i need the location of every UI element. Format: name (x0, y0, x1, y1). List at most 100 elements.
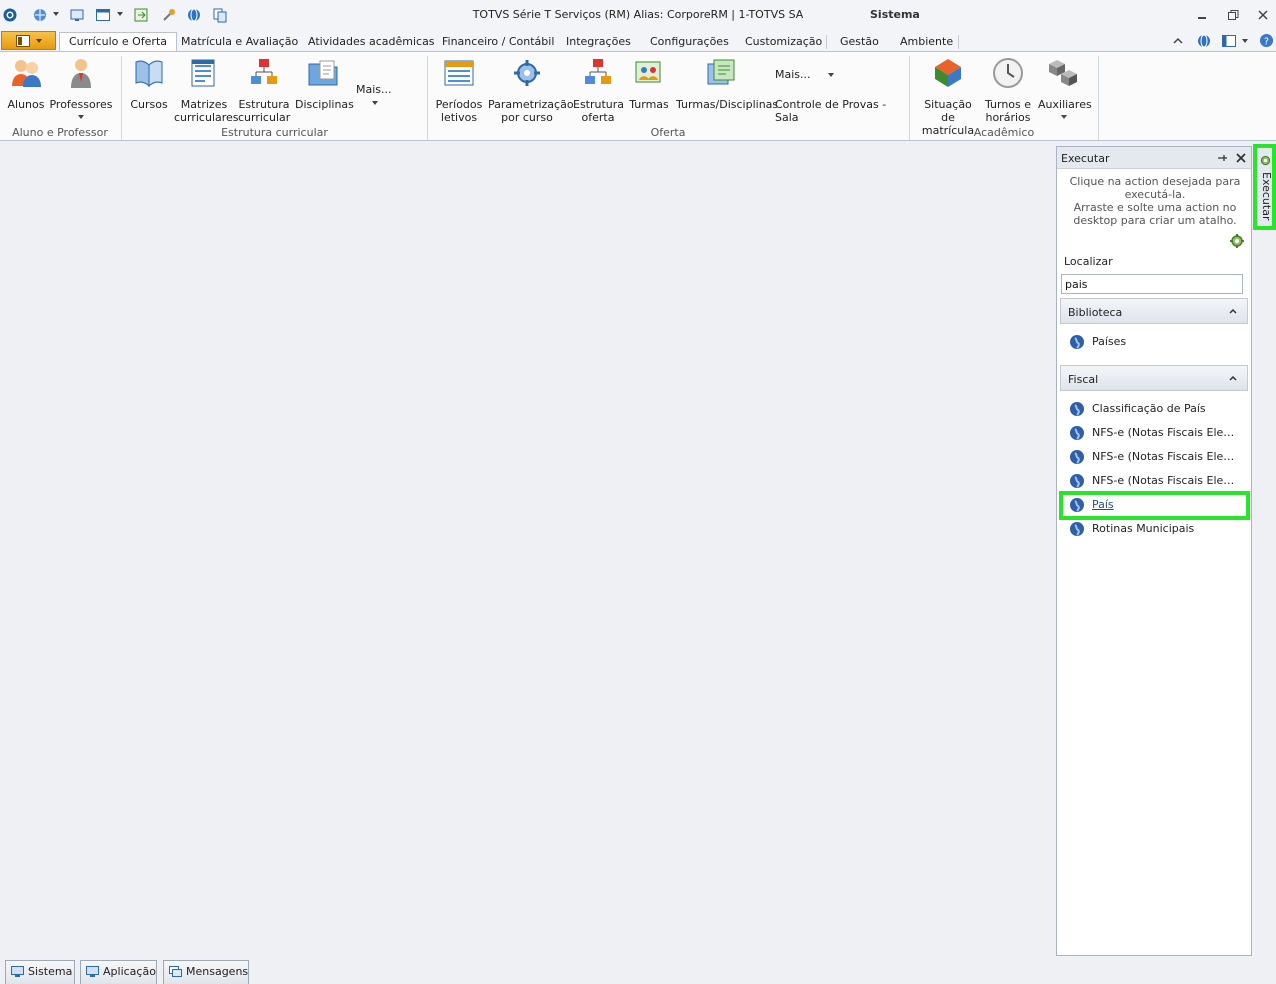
disciplinas-label: Disciplinas (295, 98, 354, 111)
application-menu-button[interactable] (1, 31, 56, 50)
bottom-tab-mensagens[interactable]: Mensagens (163, 960, 249, 984)
action-item-paises[interactable]: Países (1069, 333, 1126, 353)
mais-label: Mais... (356, 83, 392, 96)
periodos-letivos-button[interactable]: Períodos letivos (434, 56, 484, 124)
gear-wrench-icon (514, 60, 540, 86)
situacao-matricula-button[interactable]: Situação de matrícula (917, 56, 979, 137)
hierarchy-icon (251, 59, 277, 84)
hierarchy-icon (585, 59, 611, 84)
classes-icon (635, 61, 661, 83)
bottom-tab-label: Mensagens (186, 965, 249, 978)
tab-curriculo-oferta[interactable]: Currículo e Oferta (59, 32, 178, 53)
action-item-nfse-3[interactable]: NFS-e (Notas Fiscais Eletrô... (1069, 472, 1235, 492)
turmas-disciplinas-button[interactable]: Turmas/Disciplinas (676, 56, 779, 111)
section-header-biblioteca[interactable]: Biblioteca (1060, 298, 1248, 324)
group-separator (1098, 56, 1099, 140)
executar-panel: Executar Clique na action desejada para … (1056, 146, 1252, 956)
globe-icon (1070, 474, 1084, 488)
turnos-horarios-button[interactable]: Turnos e horários (983, 56, 1033, 124)
mais-button-estrutura[interactable]: Mais... (356, 83, 416, 109)
svg-text:?: ? (1264, 36, 1269, 47)
alunos-button[interactable]: Alunos (5, 56, 47, 111)
mais-label: Mais... (775, 68, 811, 81)
bottom-tab-aplicacao[interactable]: Aplicação (80, 960, 157, 984)
chevron-down-icon (1061, 115, 1067, 119)
tab-ambiente[interactable]: Ambiente (900, 33, 953, 52)
section-header-fiscal[interactable]: Fiscal (1060, 365, 1248, 391)
executar-side-tab[interactable]: Executar (1253, 144, 1276, 230)
clock-icon (993, 58, 1023, 88)
gear-icon[interactable] (1229, 233, 1245, 249)
globe-icon[interactable] (1196, 33, 1212, 49)
group-label-aluno-professor: Aluno e Professor (12, 126, 108, 139)
book-icon (135, 60, 163, 88)
section-title: Fiscal (1068, 373, 1099, 386)
chevron-up-icon (1229, 308, 1237, 314)
estrutura-curricular-button[interactable]: Estrutura curricular (238, 56, 290, 124)
parametrizacao-button[interactable]: Parametrização por curso (488, 56, 574, 124)
minimize-icon[interactable] (1195, 8, 1209, 22)
close-icon[interactable] (1235, 152, 1247, 164)
tab-customizacao[interactable]: Customização (745, 33, 822, 52)
turmas-button[interactable]: Turmas (628, 56, 670, 111)
tab-divider (958, 35, 959, 49)
search-label: Localizar (1064, 255, 1113, 268)
action-item-nfse-2[interactable]: NFS-e (Notas Fiscais Eletrô... (1069, 448, 1235, 468)
restore-icon[interactable] (1226, 8, 1240, 22)
action-item-label: Rotinas Municipais (1092, 522, 1195, 535)
panel-header: Executar (1057, 147, 1251, 169)
cursos-label: Cursos (130, 98, 168, 111)
close-icon[interactable] (1256, 8, 1270, 22)
pin-icon[interactable] (1216, 152, 1228, 164)
estrutura-curricular-label: Estrutura curricular (238, 98, 291, 124)
action-item-label: NFS-e (Notas Fiscais Eletrô... (1092, 426, 1235, 439)
chevron-down-icon (372, 101, 378, 105)
group-label-oferta: Oferta (650, 126, 686, 139)
action-item-rotinas-municipais[interactable]: Rotinas Municipais (1069, 520, 1194, 540)
matrizes-label: Matrizes curriculares (174, 98, 239, 124)
search-input[interactable] (1061, 274, 1243, 294)
chevron-down-icon (78, 115, 84, 119)
professores-button[interactable]: Professores (49, 56, 113, 119)
globe-icon (1070, 522, 1084, 536)
action-item-classificacao-pais[interactable]: Classificação de País (1069, 400, 1206, 420)
tab-matricula-avaliacao[interactable]: Matrícula e Avaliação (181, 33, 298, 52)
chevron-down-icon (828, 73, 835, 77)
auxiliares-label: Auxiliares (1038, 98, 1092, 111)
help-icon[interactable]: ? (1259, 33, 1274, 48)
globe-icon (1070, 335, 1084, 349)
action-item-nfse-1[interactable]: NFS-e (Notas Fiscais Eletrô... (1069, 424, 1235, 444)
messages-icon (169, 966, 182, 977)
estrutura-oferta-button[interactable]: Estrutura oferta (573, 56, 624, 124)
turnos-label: Turnos e horários (984, 98, 1032, 124)
tab-configuracoes[interactable]: Configurações (650, 33, 729, 52)
tab-atividades-academicas[interactable]: Atividades acadêmicas (308, 33, 435, 52)
controle-provas-sala-button[interactable]: Controle de Provas - Sala (775, 98, 905, 124)
chevron-up-icon[interactable] (1172, 35, 1184, 47)
cubes-icon (1049, 60, 1077, 86)
tab-gestao[interactable]: Gestão (840, 33, 879, 52)
mais-button-oferta[interactable]: Mais... (775, 68, 845, 81)
disciplinas-button[interactable]: Disciplinas (295, 56, 354, 111)
cursos-button[interactable]: Cursos (129, 56, 169, 111)
highlight-pais (1059, 491, 1250, 520)
parametrizacao-label: Parametrização por curso (488, 98, 574, 124)
chevron-down-icon[interactable] (1242, 39, 1248, 43)
folder-document-icon (308, 60, 338, 86)
monitor-icon (11, 966, 24, 977)
tab-integracoes[interactable]: Integrações (566, 33, 631, 52)
action-item-label: Classificação de País (1092, 402, 1206, 415)
turmas-disciplinas-label: Turmas/Disciplinas (676, 98, 779, 111)
bottom-tab-sistema[interactable]: Sistema (5, 960, 75, 984)
panel-title: Executar (1061, 152, 1110, 165)
layout-icon[interactable] (1221, 33, 1237, 49)
chevron-down-icon (36, 39, 42, 43)
tab-financeiro-contabil[interactable]: Financeiro / Contábil (442, 33, 554, 52)
auxiliares-button[interactable]: Auxiliares (1038, 56, 1092, 119)
window-title: TOTVS Série T Serviços (RM) Alias: Corpo… (472, 8, 804, 21)
section-title: Biblioteca (1068, 306, 1123, 319)
calendar-icon (444, 60, 474, 86)
matrizes-curriculares-button[interactable]: Matrizes curriculares (174, 56, 239, 124)
side-tab-label: Executar (1260, 172, 1273, 221)
turmas-label: Turmas (629, 98, 669, 111)
